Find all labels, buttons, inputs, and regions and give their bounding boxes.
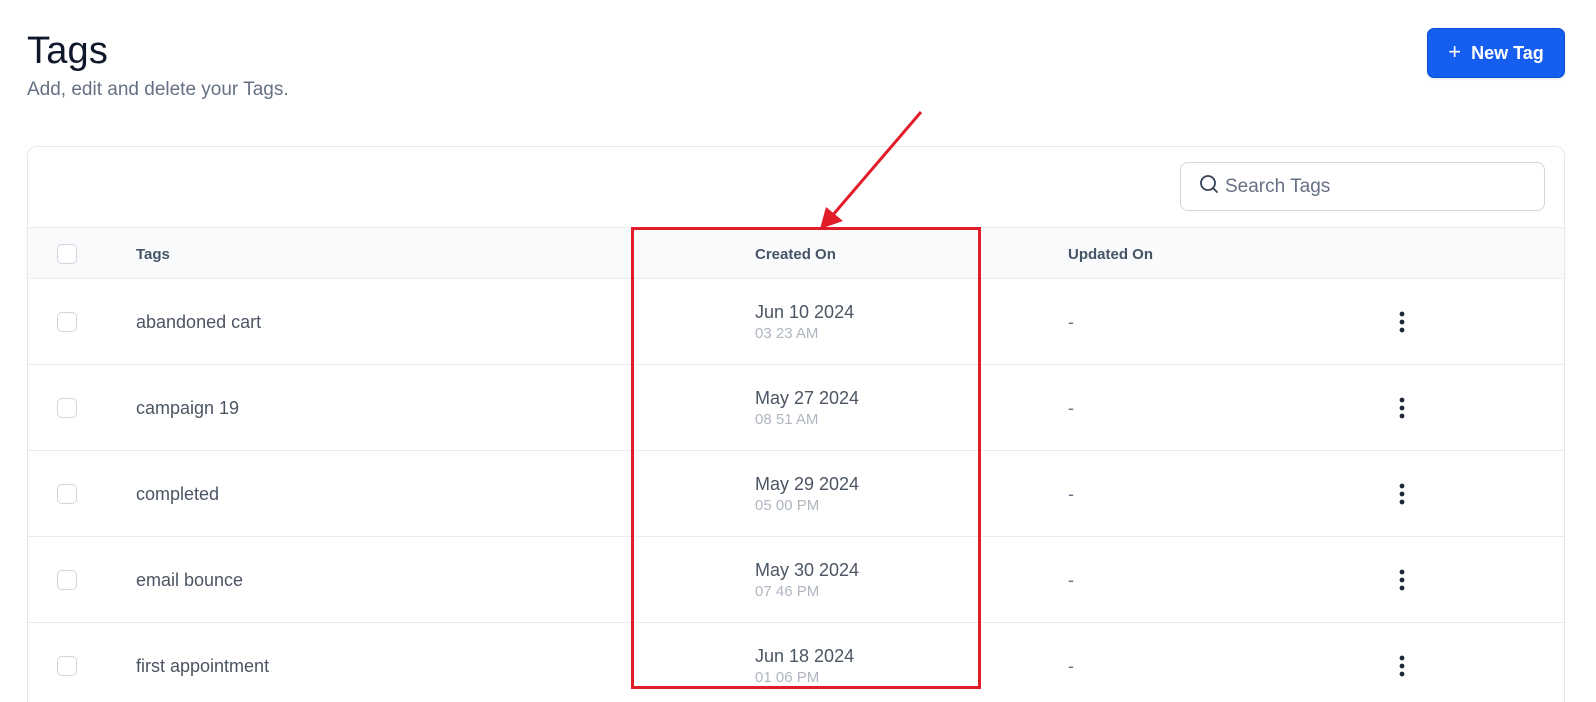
created-on-cell: Jun 18 2024 01 06 PM — [755, 645, 854, 688]
new-tag-button[interactable]: + New Tag — [1427, 28, 1565, 78]
column-header-tags[interactable]: Tags — [136, 228, 170, 280]
created-time: 07 46 PM — [755, 582, 820, 600]
updated-on-value: - — [1068, 483, 1074, 504]
created-date: Jun 10 2024 — [755, 301, 855, 322]
tag-name: completed — [136, 483, 220, 504]
row-checkbox[interactable] — [57, 312, 77, 332]
column-header-updated-on[interactable]: Updated On — [1068, 228, 1153, 280]
search-icon — [1199, 174, 1219, 199]
created-on-cell: May 30 2024 07 46 PM — [755, 559, 859, 602]
row-checkbox[interactable] — [57, 398, 77, 418]
created-date: May 30 2024 — [755, 559, 860, 580]
tags-table: Tags Created On Updated On abandoned car… — [28, 227, 1564, 702]
created-time: 05 00 PM — [755, 496, 820, 514]
tags-table-card: Tags Created On Updated On abandoned car… — [27, 146, 1565, 702]
select-all-checkbox[interactable] — [57, 244, 77, 264]
table-row: email bounce May 30 2024 07 46 PM - — [28, 537, 1564, 623]
row-checkbox[interactable] — [57, 570, 77, 590]
more-options-icon[interactable] — [1390, 565, 1414, 595]
new-tag-label: New Tag — [1471, 42, 1544, 63]
row-checkbox[interactable] — [57, 484, 77, 504]
created-date: May 27 2024 — [755, 387, 860, 408]
tag-name: abandoned cart — [136, 311, 262, 332]
more-options-icon[interactable] — [1390, 479, 1414, 509]
plus-icon: + — [1448, 39, 1462, 64]
table-row: campaign 19 May 27 2024 08 51 AM - — [28, 365, 1564, 451]
updated-on-value: - — [1068, 569, 1074, 590]
created-on-cell: May 27 2024 08 51 AM — [755, 387, 859, 430]
created-time: 03 23 AM — [755, 324, 819, 342]
search-box[interactable] — [1180, 162, 1545, 211]
created-time: 01 06 PM — [755, 668, 820, 686]
created-time: 08 51 AM — [755, 410, 819, 428]
more-options-icon[interactable] — [1390, 393, 1414, 423]
created-date: Jun 18 2024 — [755, 645, 855, 666]
created-date: May 29 2024 — [755, 473, 860, 494]
table-header: Tags Created On Updated On — [28, 227, 1564, 280]
page-title: Tags — [27, 30, 109, 72]
search-input[interactable] — [1225, 175, 1525, 198]
table-row: completed May 29 2024 05 00 PM - — [28, 451, 1564, 537]
updated-on-value: - — [1068, 655, 1074, 676]
select-all-cell — [57, 228, 77, 280]
created-on-cell: May 29 2024 05 00 PM — [755, 473, 859, 516]
row-checkbox[interactable] — [57, 656, 77, 676]
table-row: first appointment Jun 18 2024 01 06 PM - — [28, 623, 1564, 702]
updated-on-value: - — [1068, 311, 1074, 332]
page-subtitle: Add, edit and delete your Tags. — [27, 79, 289, 100]
more-options-icon[interactable] — [1390, 651, 1414, 681]
more-options-icon[interactable] — [1390, 307, 1414, 337]
created-on-cell: Jun 10 2024 03 23 AM — [755, 301, 854, 344]
updated-on-value: - — [1068, 397, 1074, 418]
column-header-created-on[interactable]: Created On — [755, 228, 836, 280]
table-row: abandoned cart Jun 10 2024 03 23 AM - — [28, 279, 1564, 365]
tag-name: email bounce — [136, 569, 244, 590]
tag-name: campaign 19 — [136, 397, 240, 418]
tag-name: first appointment — [136, 655, 270, 676]
page-header: Tags Add, edit and delete your Tags. — [27, 28, 289, 102]
